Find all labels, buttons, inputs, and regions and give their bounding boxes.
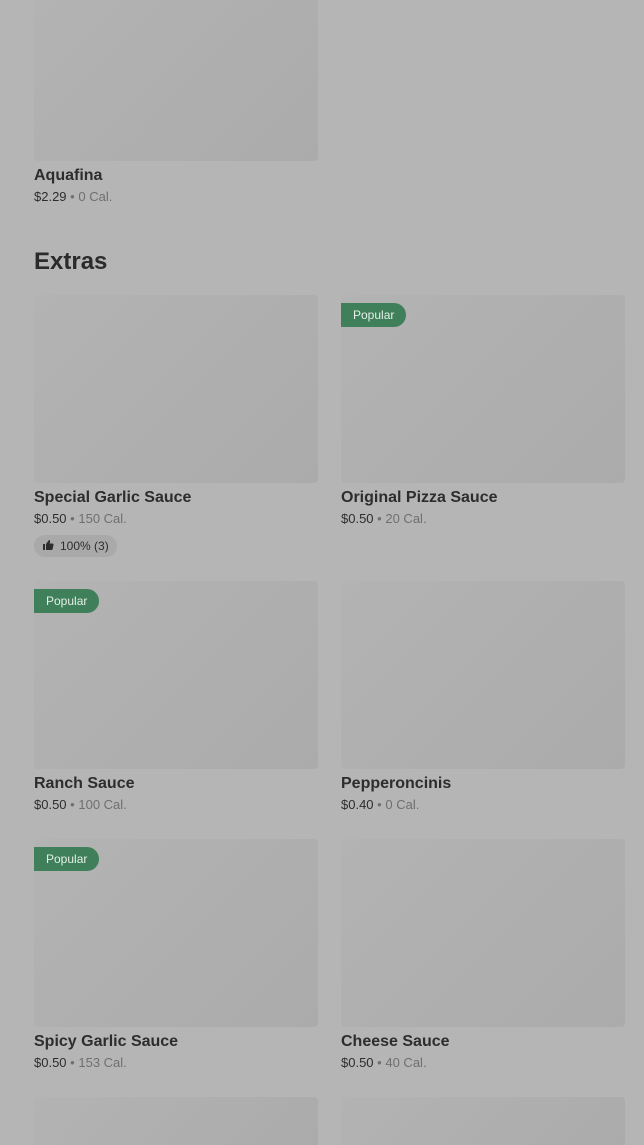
popular-badge: Popular [341,303,407,327]
item-name: Ranch Sauce [34,775,135,792]
separator-dot: • [70,1055,75,1070]
menu-item-original-pizza-sauce[interactable]: Popular Original Pizza Sauce $0.50 • 20 … [341,295,625,527]
item-calories: 100 Cal. [78,797,127,812]
item-calories: 0 Cal. [385,797,420,812]
item-price: $0.50 [341,511,374,526]
item-image [341,1097,625,1145]
item-name: Aquafina [34,167,103,184]
section-title: Extras [34,248,108,275]
item-calories: 20 Cal. [385,511,427,526]
item-name: Original Pizza Sauce [341,489,498,506]
item-image [341,581,625,769]
item-name: Special Garlic Sauce [34,489,192,506]
item-meta: $0.50 • 20 Cal. [341,511,625,527]
menu-item-ranch-sauce[interactable]: Popular Ranch Sauce $0.50 • 100 Cal. [34,581,318,813]
menu-item-aquafina[interactable]: Aquafina $2.29 • 0 Cal. [34,0,318,205]
item-calories: 40 Cal. [385,1055,427,1070]
separator-dot: • [377,1055,382,1070]
popular-badge: Popular [34,589,100,613]
thumbs-up-icon [42,539,54,554]
item-image [34,1097,318,1145]
item-meta: $0.50 • 150 Cal. [34,511,318,527]
menu-page: Aquafina $2.29 • 0 Cal. Extras Special G… [0,0,644,1145]
item-image [34,295,318,483]
menu-item-spicy-garlic-sauce[interactable]: Popular Spicy Garlic Sauce $0.50 • 153 C… [34,839,318,1071]
separator-dot: • [70,511,75,526]
item-meta: $0.50 • 153 Cal. [34,1055,318,1071]
item-image [34,0,318,161]
item-name: Pepperoncinis [341,775,452,792]
item-price: $2.29 [34,189,67,204]
menu-item-pepperoncinis[interactable]: Pepperoncinis $0.40 • 0 Cal. [341,581,625,813]
item-price: $0.50 [34,1055,67,1070]
item-price: $0.40 [341,797,374,812]
item-name: Spicy Garlic Sauce [34,1033,179,1050]
item-calories: 153 Cal. [78,1055,127,1070]
item-meta: $0.40 • 0 Cal. [341,797,625,813]
separator-dot: • [377,797,382,812]
item-price: $0.50 [34,797,67,812]
popular-badge: Popular [34,847,100,871]
item-image: Popular [341,295,625,483]
item-meta: $0.50 • 40 Cal. [341,1055,625,1071]
item-meta: $2.29 • 0 Cal. [34,189,318,205]
item-image: Popular [34,581,318,769]
item-image [341,839,625,1027]
item-price: $0.50 [34,511,67,526]
item-calories: 150 Cal. [78,511,127,526]
separator-dot: • [70,797,75,812]
menu-item-partial[interactable] [341,1097,625,1145]
item-calories: 0 Cal. [78,189,113,204]
menu-item-special-garlic-sauce[interactable]: Special Garlic Sauce $0.50 • 150 Cal. 10… [34,295,318,557]
menu-item-partial[interactable] [34,1097,318,1145]
separator-dot: • [70,189,75,204]
rating-badge: 100% (3) [34,535,117,557]
item-meta: $0.50 • 100 Cal. [34,797,318,813]
menu-item-cheese-sauce[interactable]: Cheese Sauce $0.50 • 40 Cal. [341,839,625,1071]
item-name: Cheese Sauce [341,1033,450,1050]
rating-text: 100% (3) [60,539,109,553]
separator-dot: • [377,511,382,526]
item-image: Popular [34,839,318,1027]
item-price: $0.50 [341,1055,374,1070]
